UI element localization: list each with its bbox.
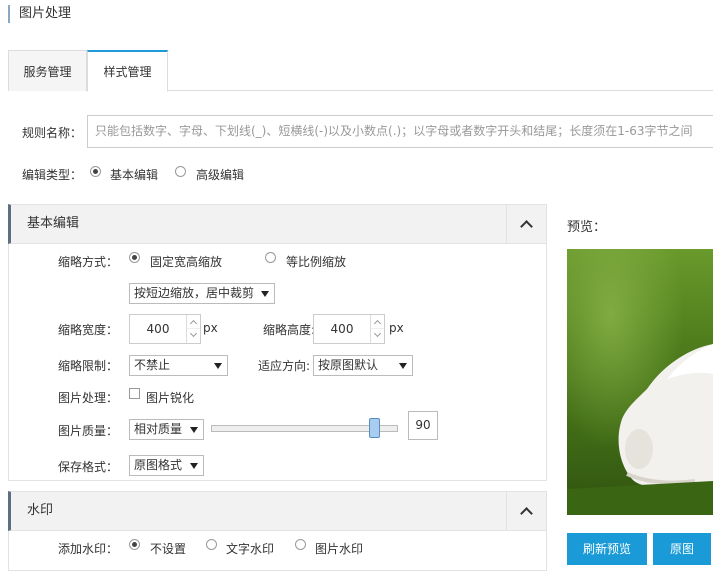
format-value: 原图格式 <box>134 458 183 472</box>
basic-edit-panel-header[interactable]: 基本编辑 <box>8 204 547 244</box>
dropdown-caret-icon <box>261 291 269 297</box>
dropdown-caret-icon <box>214 363 222 369</box>
format-label: 保存格式： <box>58 460 119 474</box>
height-unit: px <box>389 321 404 335</box>
scale-mode-fixed-radio[interactable] <box>129 252 140 263</box>
watermark-image-radio[interactable] <box>295 539 306 550</box>
increment-icon[interactable] <box>187 315 200 329</box>
dropdown-caret-icon <box>399 363 407 369</box>
quality-mode-select[interactable]: 相对质量 <box>129 419 204 440</box>
rule-name-input[interactable]: 只能包括数字、字母、下划线(_)、短横线(-)以及小数点(.)；以字母或者数字开… <box>87 115 713 148</box>
crop-mode-select[interactable]: 按短边缩放，居中裁剪 <box>129 283 275 304</box>
preview-image <box>567 249 713 515</box>
height-spin <box>370 315 384 343</box>
tab-style-management[interactable]: 样式管理 <box>87 50 168 92</box>
watermark-text-radio[interactable] <box>206 539 217 550</box>
height-label: 缩略高度: <box>263 323 316 337</box>
width-unit: px <box>203 321 218 335</box>
crop-mode-value: 按短边缩放，居中裁剪 <box>134 286 255 300</box>
original-image-button[interactable]: 原图 <box>653 533 711 565</box>
preview-label: 预览： <box>567 220 607 235</box>
increment-icon[interactable] <box>371 315 384 329</box>
edit-type-advanced-label[interactable]: 高级编辑 <box>196 166 244 183</box>
quality-label: 图片质量： <box>58 424 119 438</box>
watermark-add-label: 添加水印： <box>58 542 119 556</box>
basic-edit-panel-title: 基本编辑 <box>27 216 80 231</box>
chevron-up-icon[interactable] <box>506 205 546 243</box>
chevron-up-icon[interactable] <box>506 492 546 530</box>
orientation-value: 按原图默认 <box>318 358 379 372</box>
limit-label: 缩略限制： <box>58 359 119 373</box>
scale-mode-fixed-label[interactable]: 固定宽高缩放 <box>150 253 222 270</box>
process-label: 图片处理： <box>58 391 119 405</box>
width-spin <box>186 315 200 343</box>
quality-mode-value: 相对质量 <box>134 422 183 436</box>
tab-service-management[interactable]: 服务管理 <box>8 50 87 91</box>
watermark-none-label[interactable]: 不设置 <box>150 540 186 557</box>
quality-value-input[interactable]: 90 <box>408 411 438 440</box>
sharpen-checkbox[interactable] <box>129 388 140 399</box>
limit-value: 不禁止 <box>134 358 171 372</box>
orientation-select[interactable]: 按原图默认 <box>313 355 413 376</box>
decrement-icon[interactable] <box>187 329 200 343</box>
limit-select[interactable]: 不禁止 <box>129 355 228 376</box>
watermark-panel-header[interactable]: 水印 <box>8 491 547 531</box>
width-stepper[interactable]: 400 <box>129 314 201 344</box>
rule-name-label: 规则名称： <box>22 126 83 140</box>
decrement-icon[interactable] <box>371 329 384 343</box>
watermark-panel-title: 水印 <box>27 503 54 518</box>
page-title: 图片处理 <box>8 5 71 23</box>
edit-type-label: 编辑类型： <box>22 168 83 182</box>
edit-type-basic-label[interactable]: 基本编辑 <box>110 166 158 183</box>
watermark-none-radio[interactable] <box>129 539 140 550</box>
edit-type-basic-radio[interactable] <box>90 166 101 177</box>
scale-mode-proportional-radio[interactable] <box>265 252 276 263</box>
scale-mode-proportional-label[interactable]: 等比例缩放 <box>286 253 346 270</box>
watermark-image-label[interactable]: 图片水印 <box>315 540 363 557</box>
quality-slider-handle[interactable] <box>369 418 380 438</box>
tab-bar: 服务管理 样式管理 <box>8 50 713 92</box>
format-select[interactable]: 原图格式 <box>129 455 204 476</box>
dropdown-caret-icon <box>190 427 198 433</box>
width-label: 缩略宽度： <box>58 323 119 337</box>
orientation-label: 适应方向: <box>258 359 311 373</box>
preview-photo <box>567 249 713 515</box>
height-stepper[interactable]: 400 <box>313 314 385 344</box>
refresh-preview-button[interactable]: 刷新预览 <box>567 533 647 565</box>
height-value[interactable]: 400 <box>314 315 370 343</box>
watermark-text-label[interactable]: 文字水印 <box>226 540 274 557</box>
dropdown-caret-icon <box>190 463 198 469</box>
width-value[interactable]: 400 <box>130 315 186 343</box>
scale-mode-label: 缩略方式： <box>58 255 119 269</box>
sharpen-label[interactable]: 图片锐化 <box>146 389 194 406</box>
edit-type-advanced-radio[interactable] <box>175 166 186 177</box>
